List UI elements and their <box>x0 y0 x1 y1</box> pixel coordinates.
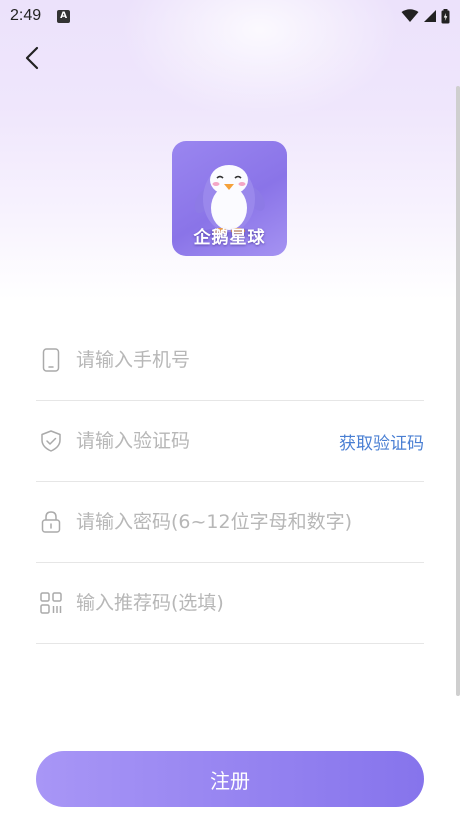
signal-icon <box>424 10 436 22</box>
referral-input[interactable] <box>76 592 424 614</box>
phone-icon <box>38 347 64 373</box>
register-form: 获取验证码 <box>36 320 424 644</box>
get-code-button[interactable]: 获取验证码 <box>339 429 424 454</box>
password-input[interactable] <box>76 511 424 533</box>
chevron-left-icon <box>25 46 39 70</box>
password-field <box>36 482 424 563</box>
battery-icon <box>441 8 450 23</box>
status-icons <box>401 8 450 24</box>
status-time: 2:49 <box>10 7 42 24</box>
logo-text: 企鹅星球 <box>193 228 266 248</box>
shield-check-icon <box>38 428 64 454</box>
qr-code-icon <box>38 590 64 616</box>
phone-field <box>36 320 424 401</box>
a-letter-icon: A <box>57 9 71 23</box>
back-button[interactable] <box>16 42 48 74</box>
wifi-icon <box>401 9 419 22</box>
app-logo: 企鹅星球 <box>172 141 287 256</box>
code-input[interactable] <box>76 430 339 452</box>
status-bar: 2:49 A <box>0 0 460 32</box>
phone-input[interactable] <box>76 349 424 371</box>
lock-icon <box>38 509 64 535</box>
code-field: 获取验证码 <box>36 401 424 482</box>
referral-field <box>36 563 424 644</box>
scrollbar[interactable] <box>456 86 460 696</box>
register-button[interactable]: 注册 <box>36 751 424 807</box>
